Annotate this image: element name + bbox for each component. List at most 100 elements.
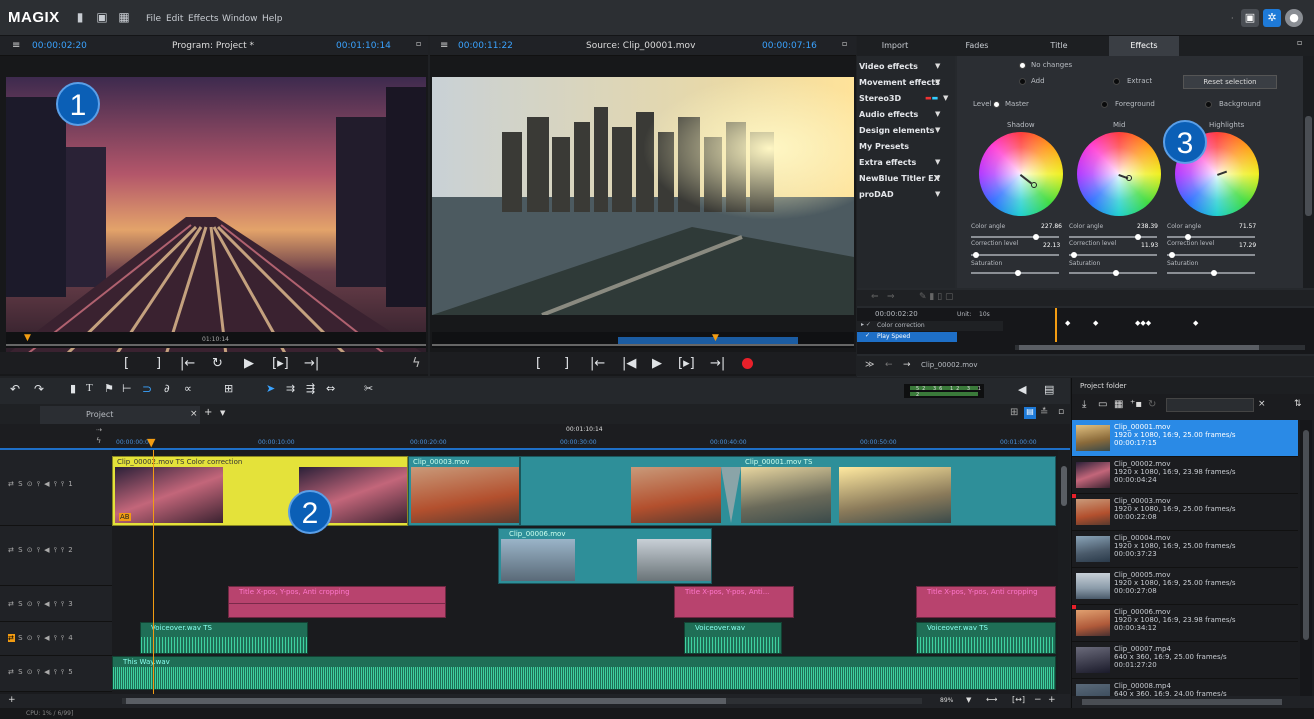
track-controls[interactable]: ⇄ S ⊙ ⫯ ◀ ⫯ ⫯ 5 — [8, 668, 74, 677]
source-timecode-left[interactable]: 00:00:11:22 — [458, 41, 513, 51]
cat-newblue[interactable]: NewBlue Titler EX — [859, 174, 940, 183]
hscroll-track[interactable] — [122, 698, 922, 704]
screen-icon[interactable]: ▣ — [1241, 9, 1259, 27]
nav-back-icon[interactable]: ⇐ — [871, 292, 879, 302]
folder-icon[interactable]: ▭ — [1098, 399, 1107, 410]
zoom-icon[interactable]: ⇢ — [96, 426, 102, 434]
collapse-icon[interactable]: ≫ — [865, 360, 874, 370]
project-folder-hscroll[interactable] — [1072, 696, 1314, 708]
cat-my-presets[interactable]: My Presets — [859, 142, 909, 151]
stretch-icon[interactable]: ⇔ — [326, 382, 335, 395]
new-file-icon[interactable]: ▮ — [72, 10, 88, 26]
background-radio[interactable] — [1205, 101, 1212, 108]
title-clip-2[interactable]: Title X-pos, Y-pos, Anti... — [674, 586, 794, 618]
volume-icon[interactable]: ◀ — [1018, 383, 1026, 396]
mid-level-slider[interactable] — [1069, 252, 1157, 258]
expand-arrow-icon[interactable]: ▼ — [935, 158, 940, 166]
mid-saturation-slider[interactable] — [1069, 270, 1157, 276]
track-controls[interactable]: ⇄ S ⊙ ⫯ ◀ ⫯ ⫯ 2 — [8, 546, 74, 555]
source-hamburger-icon[interactable]: ≡ — [440, 40, 448, 51]
ripple-icon[interactable]: ⇉ — [286, 382, 295, 395]
source-play-range-icon[interactable]: [▸] — [678, 356, 695, 371]
settings-icon[interactable]: ≛ — [1040, 407, 1048, 418]
redo-icon[interactable]: ↷ — [34, 382, 44, 396]
highlights-angle-slider[interactable] — [1167, 234, 1255, 240]
shadow-level-slider[interactable] — [971, 252, 1059, 258]
loop-icon[interactable]: ↻ — [212, 356, 223, 371]
add-radio[interactable] — [1019, 78, 1026, 85]
title-clip-3[interactable]: Title X-pos, Y-pos, Anti cropping — [916, 586, 1056, 618]
record-icon[interactable] — [742, 358, 753, 369]
close-tab-icon[interactable]: × — [190, 409, 198, 419]
zoom-out-icon[interactable]: − — [1034, 695, 1042, 705]
clip-track1-clip1[interactable]: Clip_00001.mov TS — [520, 456, 1056, 526]
kf-playhead[interactable] — [1055, 308, 1057, 342]
timeline-ruler[interactable]: ⇢ ϟ 00:01:10:14 00:00:00:00 00:00:10:00 … — [0, 424, 1070, 450]
fx-scrollbar[interactable] — [1303, 56, 1314, 288]
cat-design-elements[interactable]: Design elements — [859, 126, 934, 135]
mid-color-wheel[interactable] — [1077, 132, 1161, 216]
refresh-icon[interactable]: ↻ — [1148, 399, 1156, 410]
clear-search-icon[interactable]: × — [1258, 399, 1266, 409]
pf-item[interactable]: Clip_00004.mov 1920 x 1080, 16:9, 25.00 f… — [1072, 531, 1298, 568]
delete-icon[interactable]: ▮ — [70, 382, 76, 395]
expand-arrow-icon[interactable]: ▼ — [935, 62, 940, 70]
pf-item[interactable]: Clip_00003.mov 1920 x 1080, 16:9, 25.00 f… — [1072, 494, 1298, 531]
shadow-saturation-slider[interactable] — [971, 270, 1059, 276]
project-tab[interactable]: Project × — [40, 406, 200, 424]
check-icon[interactable]: ▸ ✓ — [861, 321, 871, 328]
pf-item[interactable]: Clip_00002.mov 1920 x 1080, 16:9, 23.98 f… — [1072, 457, 1298, 494]
zoom-fit-icon[interactable]: [↔] — [1012, 695, 1025, 704]
add-tab-icon[interactable]: + — [204, 407, 212, 418]
play-icon[interactable]: ▶ — [244, 356, 254, 371]
cat-movement-effects[interactable]: Movement effects — [859, 78, 940, 87]
source-play-icon[interactable]: ▶ — [652, 356, 662, 371]
keyframe-diamond-icon[interactable]: ◆◆◆ — [1135, 319, 1151, 327]
track-controls[interactable]: ⇄ S ⊙ ⫯ ◀ ⫯ ⫯ 3 — [8, 600, 74, 609]
zoom-dropdown-icon[interactable]: ▼ — [966, 696, 971, 704]
tab-effects[interactable]: Effects — [1109, 36, 1179, 56]
program-timecode-left[interactable]: 00:00:02:20 — [32, 41, 87, 51]
extract-radio[interactable] — [1113, 78, 1120, 85]
shadow-angle-slider[interactable] — [971, 234, 1059, 240]
kf-row-play-speed[interactable]: ✓ Play Speed — [857, 332, 957, 342]
menu-edit[interactable]: Edit — [166, 14, 183, 24]
zoom-level[interactable]: 89% — [940, 697, 953, 704]
audio-clip-voiceover-3[interactable]: Voiceover.wav TS — [916, 622, 1056, 654]
add-track-icon[interactable]: + — [8, 695, 16, 705]
foreground-radio[interactable] — [1101, 101, 1108, 108]
transition-icon[interactable] — [721, 467, 741, 523]
ruler-flash-icon[interactable]: ϟ — [96, 436, 101, 445]
kf-row-color-correction[interactable]: ▸ ✓ Color correction — [857, 321, 1003, 331]
menu-effects[interactable]: Effects — [188, 14, 219, 24]
tab-import[interactable]: Import — [857, 36, 933, 56]
hamburger-icon[interactable]: ≡ — [12, 40, 20, 51]
panel-restore-icon[interactable]: ▫ — [1058, 407, 1064, 417]
ab-icon[interactable]: AB — [119, 513, 131, 521]
clip-track1-clip3[interactable]: Clip_00003.mov — [408, 456, 520, 526]
sort-icon[interactable]: ⇅ — [1294, 399, 1302, 409]
magnet-icon[interactable]: ⊃ — [142, 382, 152, 396]
settings-gear-icon[interactable]: ✲ — [1263, 9, 1281, 27]
cat-prodad[interactable]: proDAD — [859, 190, 894, 199]
cat-stereo3d[interactable]: Stereo3D — [859, 94, 901, 103]
tab-fades[interactable]: Fades — [939, 36, 1015, 56]
project-folder-search-input[interactable] — [1166, 398, 1254, 412]
menu-window[interactable]: Window — [222, 14, 258, 24]
playhead-marker-icon[interactable]: ▼ — [24, 333, 31, 343]
master-radio[interactable] — [993, 101, 1000, 108]
pointer-icon[interactable]: ➤ — [266, 382, 275, 395]
menu-help[interactable]: Help — [262, 14, 283, 24]
audio-clip-music[interactable]: This Way.wav — [112, 656, 1056, 690]
help-icon[interactable]: ● — [1285, 9, 1303, 27]
maximize-icon[interactable]: ▫ — [416, 39, 421, 48]
cut-icon[interactable]: ✂ — [364, 382, 373, 395]
check-icon[interactable]: ✓ — [865, 332, 870, 339]
source-prev-frame-icon[interactable]: |◀ — [622, 356, 636, 371]
grid-view-icon[interactable]: ⊞ — [1010, 407, 1018, 418]
clip-track2-clip6[interactable]: Clip_00006.mov — [498, 528, 712, 584]
marker-icon[interactable]: ⚑ — [104, 382, 114, 395]
snapshot-icon[interactable]: ⊞ — [224, 382, 233, 395]
cat-audio-effects[interactable]: Audio effects — [859, 110, 918, 119]
cat-video-effects[interactable]: Video effects — [859, 62, 918, 71]
